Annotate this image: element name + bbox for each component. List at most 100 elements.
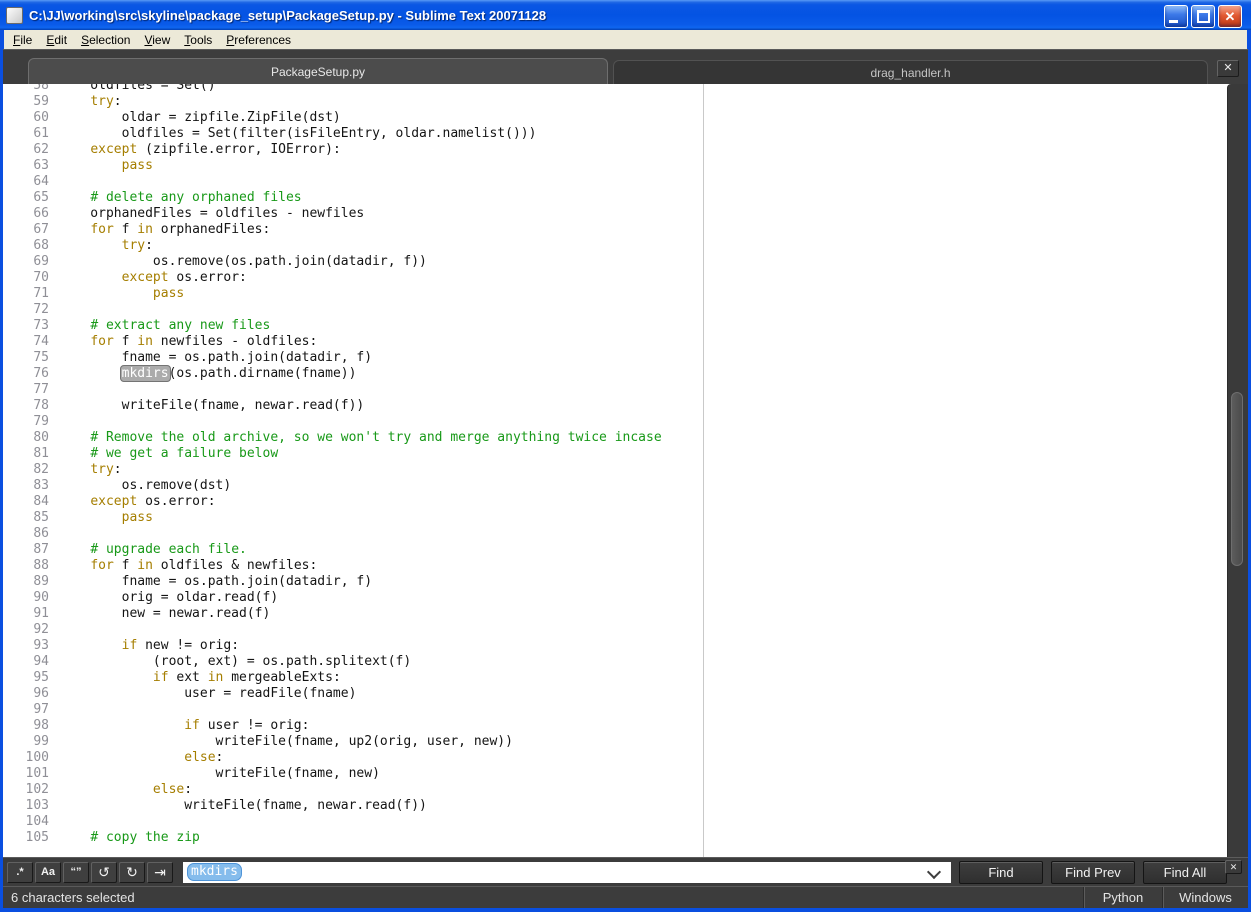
close-button[interactable]: ✕ <box>1218 5 1242 28</box>
code-line-86[interactable]: 86 <box>3 526 1226 542</box>
code-line-66[interactable]: 66 orphanedFiles = oldfiles - newfiles <box>3 206 1226 222</box>
code-line-83[interactable]: 83 os.remove(dst) <box>3 478 1226 494</box>
menu-preferences[interactable]: Preferences <box>219 31 298 49</box>
pane-divider[interactable] <box>703 84 704 857</box>
code-line-89[interactable]: 89 fname = os.path.join(datadir, f) <box>3 574 1226 590</box>
find-button[interactable]: Find <box>959 861 1043 884</box>
code-line-78[interactable]: 78 writeFile(fname, newar.read(f)) <box>3 398 1226 414</box>
code-line-94[interactable]: 94 (root, ext) = os.path.splitext(f) <box>3 654 1226 670</box>
code-line-88[interactable]: 88 for f in oldfiles & newfiles: <box>3 558 1226 574</box>
code-line-79[interactable]: 79 <box>3 414 1226 430</box>
code-text: fname = os.path.join(datadir, f) <box>59 574 372 590</box>
code-text: fname = os.path.join(datadir, f) <box>59 350 372 366</box>
code-line-97[interactable]: 97 <box>3 702 1226 718</box>
menu-view[interactable]: View <box>137 31 177 49</box>
code-line-71[interactable]: 71 pass <box>3 286 1226 302</box>
code-text: # copy the zip <box>59 830 200 846</box>
code-line-75[interactable]: 75 fname = os.path.join(datadir, f) <box>3 350 1226 366</box>
code-line-76[interactable]: 76 mkdirs(os.path.dirname(fname)) <box>3 366 1226 382</box>
regex-toggle[interactable]: .* <box>7 862 33 883</box>
menu-file[interactable]: File <box>6 31 39 49</box>
whole-word-toggle[interactable]: “” <box>63 862 89 883</box>
find-prev-button[interactable]: Find Prev <box>1051 861 1135 884</box>
find-all-button[interactable]: Find All <box>1143 861 1227 884</box>
menu-bar: File Edit Selection View Tools Preferenc… <box>4 30 1247 49</box>
code-line-85[interactable]: 85 pass <box>3 510 1226 526</box>
line-number: 93 <box>3 638 49 654</box>
code-line-98[interactable]: 98 if user != orig: <box>3 718 1226 734</box>
chevron-down-icon[interactable] <box>927 864 941 878</box>
line-number: 64 <box>3 174 49 190</box>
window-titlebar[interactable]: C:\JJ\working\src\skyline\package_setup\… <box>0 0 1251 30</box>
code-line-90[interactable]: 90 orig = oldar.read(f) <box>3 590 1226 606</box>
code-line-63[interactable]: 63 pass <box>3 158 1226 174</box>
code-line-102[interactable]: 102 else: <box>3 782 1226 798</box>
code-line-80[interactable]: 80 # Remove the old archive, so we won't… <box>3 430 1226 446</box>
code-text: orphanedFiles = oldfiles - newfiles <box>59 206 364 222</box>
tab-packagesetup-py[interactable]: PackageSetup.py <box>28 58 608 85</box>
line-number: 92 <box>3 622 49 638</box>
code-line-73[interactable]: 73 # extract any new files <box>3 318 1226 334</box>
code-text: except (zipfile.error, IOError): <box>59 142 341 158</box>
code-line-92[interactable]: 92 <box>3 622 1226 638</box>
code-line-105[interactable]: 105 # copy the zip <box>3 830 1226 846</box>
code-area[interactable]: 58 oldfiles = Set()59 try:60 oldar = zip… <box>3 84 1226 846</box>
code-line-96[interactable]: 96 user = readFile(fname) <box>3 686 1226 702</box>
code-line-103[interactable]: 103 writeFile(fname, newar.read(f)) <box>3 798 1226 814</box>
code-line-93[interactable]: 93 if new != orig: <box>3 638 1226 654</box>
code-line-104[interactable]: 104 <box>3 814 1226 830</box>
code-line-69[interactable]: 69 os.remove(os.path.join(datadir, f)) <box>3 254 1226 270</box>
line-number: 97 <box>3 702 49 718</box>
code-line-74[interactable]: 74 for f in newfiles - oldfiles: <box>3 334 1226 350</box>
code-text: for f in newfiles - oldfiles: <box>59 334 317 350</box>
code-text: user = readFile(fname) <box>59 686 356 702</box>
code-line-65[interactable]: 65 # delete any orphaned files <box>3 190 1226 206</box>
maximize-button[interactable] <box>1191 5 1215 28</box>
code-line-81[interactable]: 81 # we get a failure below <box>3 446 1226 462</box>
minimize-button[interactable] <box>1164 5 1188 28</box>
code-text: os.remove(dst) <box>59 478 231 494</box>
code-line-99[interactable]: 99 writeFile(fname, up2(orig, user, new)… <box>3 734 1226 750</box>
code-line-68[interactable]: 68 try: <box>3 238 1226 254</box>
find-input[interactable]: mkdirs <box>183 862 951 883</box>
code-line-82[interactable]: 82 try: <box>3 462 1226 478</box>
code-line-58[interactable]: 58 oldfiles = Set() <box>3 84 1226 94</box>
code-line-95[interactable]: 95 if ext in mergeableExts: <box>3 670 1226 686</box>
code-line-91[interactable]: 91 new = newar.read(f) <box>3 606 1226 622</box>
syntax-mode[interactable]: Python <box>1083 887 1162 908</box>
code-line-70[interactable]: 70 except os.error: <box>3 270 1226 286</box>
code-line-84[interactable]: 84 except os.error: <box>3 494 1226 510</box>
menu-edit[interactable]: Edit <box>39 31 74 49</box>
line-endings-mode[interactable]: Windows <box>1162 887 1248 908</box>
code-line-61[interactable]: 61 oldfiles = Set(filter(isFileEntry, ol… <box>3 126 1226 142</box>
case-sensitive-toggle[interactable]: Aa <box>35 862 61 883</box>
code-line-62[interactable]: 62 except (zipfile.error, IOError): <box>3 142 1226 158</box>
tab-bar: PackageSetup.py drag_handler.h ✕ <box>3 49 1248 84</box>
editor-pane[interactable]: 58 oldfiles = Set()59 try:60 oldar = zip… <box>3 84 1248 857</box>
code-line-87[interactable]: 87 # upgrade each file. <box>3 542 1226 558</box>
code-line-101[interactable]: 101 writeFile(fname, new) <box>3 766 1226 782</box>
menu-selection[interactable]: Selection <box>74 31 137 49</box>
line-number: 96 <box>3 686 49 702</box>
code-text: orig = oldar.read(f) <box>59 590 278 606</box>
menu-tools[interactable]: Tools <box>177 31 219 49</box>
in-selection-toggle[interactable]: ⇥ <box>147 862 173 883</box>
tab-close-button[interactable]: ✕ <box>1217 60 1239 77</box>
tab-drag-handler-h[interactable]: drag_handler.h <box>613 60 1208 85</box>
code-line-59[interactable]: 59 try: <box>3 94 1226 110</box>
code-line-100[interactable]: 100 else: <box>3 750 1226 766</box>
code-line-72[interactable]: 72 <box>3 302 1226 318</box>
code-line-77[interactable]: 77 <box>3 382 1226 398</box>
reverse-toggle[interactable]: ↻ <box>119 862 145 883</box>
line-number: 83 <box>3 478 49 494</box>
line-number: 102 <box>3 782 49 798</box>
code-text: new = newar.read(f) <box>59 606 270 622</box>
code-line-60[interactable]: 60 oldar = zipfile.ZipFile(dst) <box>3 110 1226 126</box>
code-text: try: <box>59 94 122 110</box>
vertical-scrollbar[interactable] <box>1227 84 1248 857</box>
find-close-button[interactable]: ✕ <box>1225 860 1242 874</box>
scrollbar-thumb[interactable] <box>1231 392 1243 566</box>
wrap-toggle[interactable]: ↺ <box>91 862 117 883</box>
code-line-64[interactable]: 64 <box>3 174 1226 190</box>
code-line-67[interactable]: 67 for f in orphanedFiles: <box>3 222 1226 238</box>
